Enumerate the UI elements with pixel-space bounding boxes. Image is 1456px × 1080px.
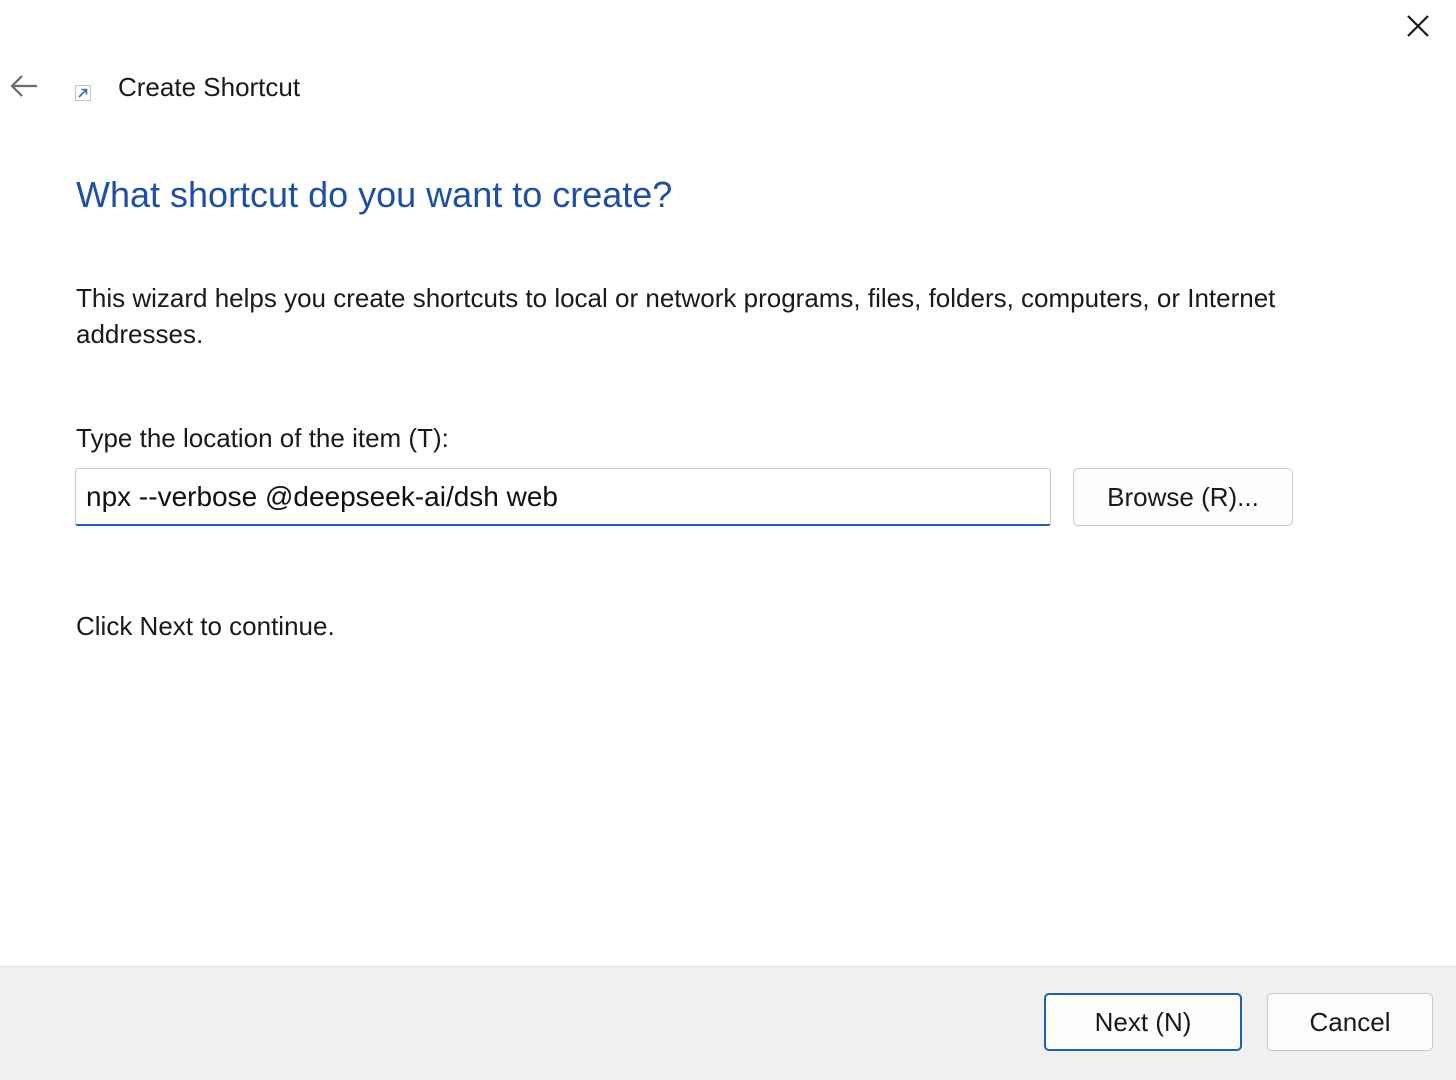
- close-button[interactable]: [1392, 4, 1444, 48]
- shortcut-icon: [75, 85, 91, 101]
- back-arrow-icon: [10, 75, 37, 97]
- browse-button[interactable]: Browse (R)...: [1073, 468, 1293, 526]
- next-button[interactable]: Next (N): [1044, 993, 1242, 1051]
- close-icon: [1407, 15, 1429, 37]
- continue-instruction: Click Next to continue.: [76, 611, 335, 641]
- page-heading: What shortcut do you want to create?: [76, 174, 673, 215]
- dialog-footer: Next (N) Cancel: [0, 966, 1456, 1080]
- wizard-header: Create Shortcut: [0, 64, 700, 110]
- location-label: Type the location of the item (T):: [76, 423, 449, 453]
- wizard-description: This wizard helps you create shortcuts t…: [76, 283, 1276, 349]
- back-button[interactable]: [4, 66, 44, 106]
- cancel-button[interactable]: Cancel: [1267, 993, 1433, 1051]
- create-shortcut-dialog: Create Shortcut What shortcut do you wan…: [0, 0, 1456, 1080]
- window-title: Create Shortcut: [118, 72, 301, 102]
- location-input[interactable]: [75, 468, 1051, 526]
